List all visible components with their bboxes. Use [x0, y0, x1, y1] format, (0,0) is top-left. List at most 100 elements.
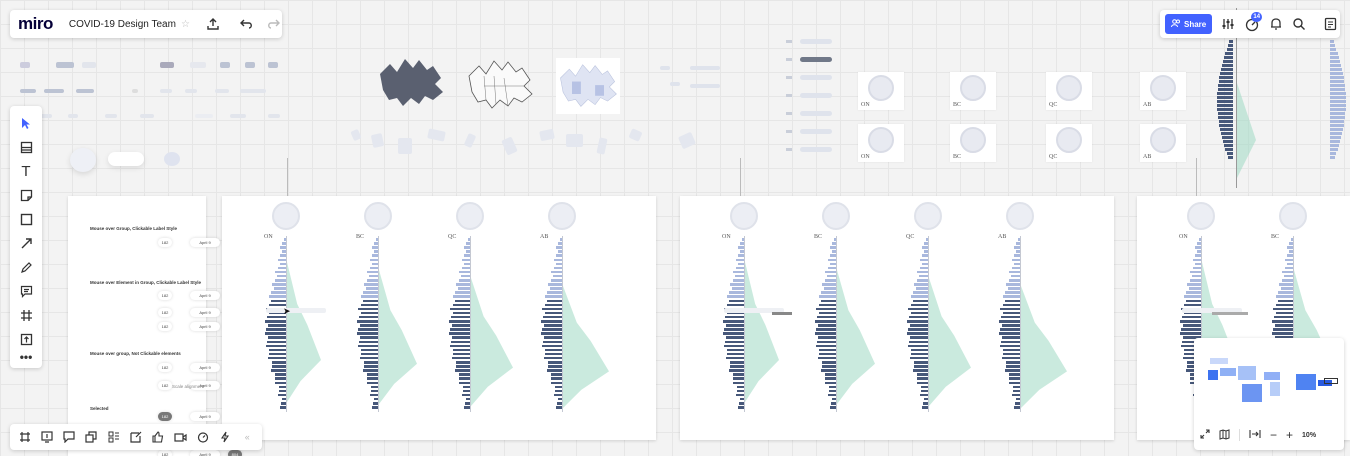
- collapse-toolbar-icon[interactable]: «: [237, 425, 258, 449]
- histogram-bar: [1180, 332, 1201, 335]
- histogram-bar: [1330, 124, 1344, 127]
- badge-label: QC: [448, 234, 457, 240]
- canada-map-light-frame: [556, 58, 620, 114]
- histogram-bar: [1330, 152, 1336, 155]
- activity-icon[interactable]: [214, 425, 235, 449]
- histogram-bar: [733, 381, 744, 385]
- histogram-bar: [361, 303, 378, 307]
- histogram-bar: [459, 377, 470, 380]
- pen-arrow-icon[interactable]: [10, 230, 42, 256]
- histogram-bar: [733, 279, 744, 282]
- histogram-bar: [913, 369, 928, 372]
- shape-icon[interactable]: [10, 206, 42, 232]
- zoom-out-icon[interactable]: −: [1270, 428, 1277, 442]
- histogram-bar: [908, 344, 928, 348]
- component-swatch: [215, 89, 229, 93]
- redo-icon[interactable]: [266, 18, 280, 30]
- histogram-bar: [1273, 328, 1293, 331]
- histogram-bar: [1330, 80, 1344, 83]
- notes-list-icon[interactable]: [1324, 11, 1337, 37]
- histogram-bar: [923, 402, 928, 405]
- minimap-viewport[interactable]: [1200, 344, 1338, 416]
- text-icon[interactable]: T: [10, 158, 42, 184]
- histogram-bar: [1224, 144, 1233, 147]
- histogram-bar: [1330, 84, 1345, 87]
- badge-label: BC: [814, 234, 823, 240]
- histogram-bar: [278, 393, 286, 397]
- comment-icon[interactable]: [10, 278, 42, 304]
- zoom-in-icon[interactable]: +: [1286, 428, 1293, 442]
- fit-width-icon[interactable]: [1249, 429, 1261, 441]
- badge-circle: [1150, 127, 1176, 153]
- label-chip: 182: [158, 238, 172, 247]
- histogram-bar: [822, 361, 836, 364]
- histogram-bar: [1219, 120, 1233, 123]
- label-chip: 182: [158, 450, 172, 456]
- histogram-bar: [1197, 250, 1201, 253]
- pencil-icon[interactable]: [10, 254, 42, 280]
- province-shape: [350, 128, 362, 142]
- histogram-bar: [924, 397, 928, 401]
- histogram-bar: [367, 279, 378, 282]
- star-icon[interactable]: ☆: [181, 19, 190, 30]
- histogram-bar: [364, 283, 378, 286]
- select-cursor-icon[interactable]: [10, 110, 42, 136]
- histogram-bar: [822, 365, 836, 368]
- badge-label: ON: [722, 234, 731, 240]
- fullscreen-icon[interactable]: [1200, 429, 1210, 441]
- histogram-bar: [1014, 254, 1020, 257]
- zoom-level[interactable]: 10%: [1302, 432, 1316, 439]
- screen-share-icon[interactable]: [36, 425, 57, 449]
- histogram-bar: [463, 389, 470, 393]
- undo-icon[interactable]: [239, 18, 254, 30]
- province-shape: [463, 132, 477, 149]
- miro-logo[interactable]: miro: [18, 14, 53, 34]
- histogram-bar: [817, 340, 836, 344]
- component-swatch: [44, 89, 64, 93]
- frame-icon[interactable]: [10, 302, 42, 328]
- search-icon[interactable]: [1292, 11, 1306, 37]
- video-icon[interactable]: [170, 425, 191, 449]
- histogram-bar: [724, 328, 744, 331]
- hover-label-chip: [266, 308, 326, 313]
- bell-icon[interactable]: [1269, 11, 1283, 37]
- export-icon[interactable]: [206, 17, 220, 31]
- histogram-bar: [739, 402, 744, 405]
- board-name[interactable]: COVID-19 Design Team: [69, 19, 176, 30]
- histogram-bar: [910, 356, 928, 360]
- histogram-bar: [821, 299, 836, 303]
- apps-notification-icon[interactable]: 14: [1244, 11, 1263, 37]
- histogram-bar: [727, 352, 744, 356]
- timer-icon[interactable]: [192, 425, 213, 449]
- chat-icon[interactable]: [59, 425, 80, 449]
- cards-icon[interactable]: [81, 425, 102, 449]
- histogram-bar: [1016, 250, 1020, 253]
- histogram-bar: [1285, 258, 1293, 262]
- more-icon[interactable]: •••: [10, 344, 42, 370]
- connector-line-1: [287, 158, 288, 196]
- histogram-bar: [910, 324, 928, 327]
- templates-icon[interactable]: [10, 134, 42, 160]
- kanban-icon[interactable]: [103, 425, 124, 449]
- histogram-bar: [909, 340, 928, 344]
- interaction-states-frame[interactable]: Mouse over Group, Clickable Label Style …: [68, 196, 242, 456]
- histogram-bar: [459, 373, 470, 376]
- settings-sliders-icon[interactable]: [1221, 11, 1235, 37]
- comments-icon[interactable]: [125, 425, 146, 449]
- histogram-bar: [374, 250, 378, 253]
- dot-component: [164, 152, 180, 166]
- map-icon[interactable]: [1219, 428, 1230, 442]
- scale-alignment-note: Scale alignment: [172, 384, 205, 389]
- histogram-bar: [1330, 56, 1339, 59]
- histogram-bar: [726, 356, 744, 360]
- sticky-note-icon[interactable]: [10, 182, 42, 208]
- histogram-bar: [828, 258, 836, 262]
- histogram-bar: [1012, 393, 1020, 397]
- province-shape: [539, 128, 555, 142]
- reactions-icon[interactable]: [148, 425, 169, 449]
- board-canvas[interactable]: ON BC QC AB ON BC QC AB Mouse over Group, Click…: [0, 0, 1350, 456]
- frames-list-icon[interactable]: [14, 425, 35, 449]
- histogram-bar: [723, 320, 744, 323]
- share-button[interactable]: Share: [1165, 14, 1213, 34]
- histogram-bar: [367, 377, 378, 380]
